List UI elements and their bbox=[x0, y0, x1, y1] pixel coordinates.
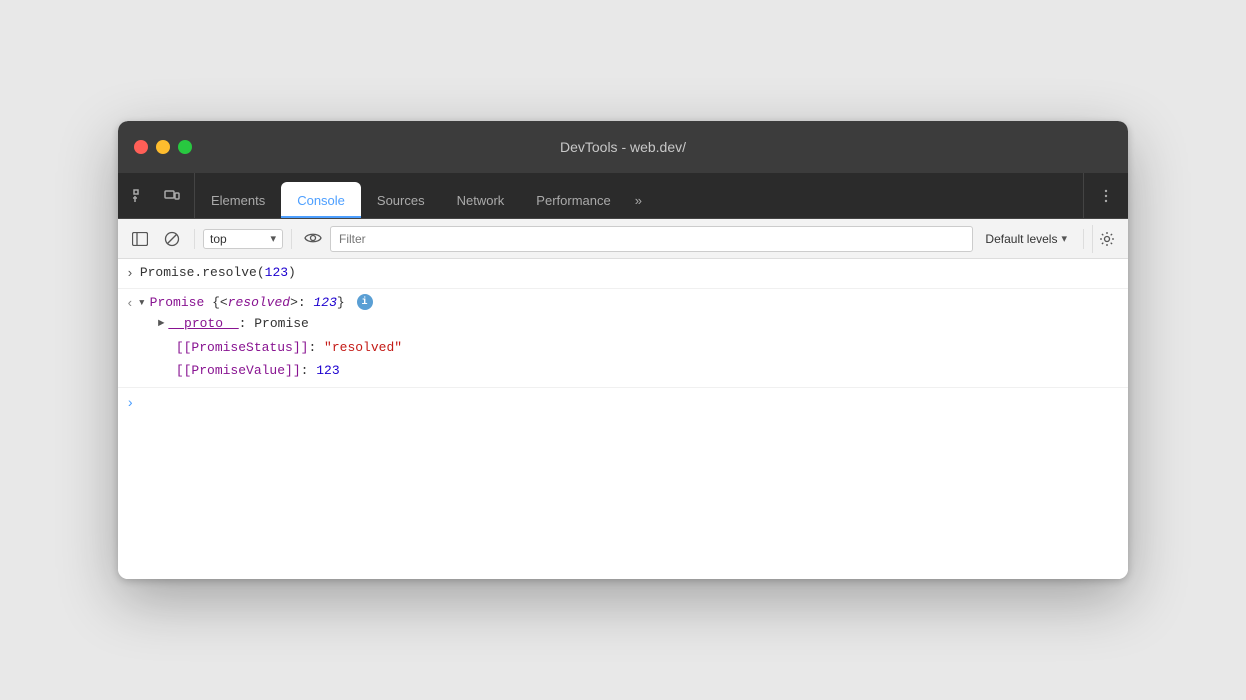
inspect-element-icon[interactable] bbox=[126, 182, 154, 210]
eye-icon[interactable] bbox=[304, 230, 322, 248]
entry-1-arrow[interactable]: › bbox=[126, 264, 134, 284]
promise-value-line: [[PromiseValue]]: 123 bbox=[138, 359, 1120, 383]
close-button[interactable] bbox=[134, 140, 148, 154]
console-area: › Promise.resolve(123) ‹ ▾ Promise {<res… bbox=[118, 259, 1128, 579]
proto-line: ► __proto__: Promise bbox=[138, 312, 1120, 336]
promise-value-colon: : bbox=[301, 363, 317, 378]
context-dropdown-arrow: ▾ bbox=[270, 232, 276, 245]
promise-status-colon: : bbox=[308, 340, 324, 355]
promise-value-num: 123 bbox=[316, 363, 339, 378]
promise-status-key: [[PromiseStatus]] bbox=[176, 340, 309, 355]
proto-expand-arrow[interactable]: ► bbox=[158, 316, 165, 333]
promise-keyword: Promise bbox=[150, 295, 212, 310]
devtools-window: DevTools - web.dev/ Elements bbox=[118, 121, 1128, 579]
promise-expand-arrow[interactable]: ▾ bbox=[138, 293, 146, 313]
minimize-button[interactable] bbox=[156, 140, 170, 154]
clear-console-icon[interactable] bbox=[158, 225, 186, 253]
proto-key[interactable]: __proto__ bbox=[168, 314, 238, 334]
default-levels-button[interactable]: Default levels ▾ bbox=[977, 230, 1075, 248]
settings-icon[interactable] bbox=[1092, 225, 1120, 253]
entry-1-content: Promise.resolve(123) bbox=[140, 263, 1120, 283]
tab-console[interactable]: Console bbox=[281, 182, 361, 218]
tabs-container: Elements Console Sources Network Perform… bbox=[195, 173, 1083, 218]
promise-resolved-value: 123 bbox=[314, 295, 337, 310]
promise-resolved-key: resolved bbox=[228, 295, 290, 310]
tab-elements[interactable]: Elements bbox=[195, 182, 281, 218]
filter-section bbox=[300, 226, 973, 252]
promise-status-value: "resolved" bbox=[324, 340, 402, 355]
context-value: top bbox=[210, 232, 266, 246]
maximize-button[interactable] bbox=[178, 140, 192, 154]
promise-value-key: [[PromiseValue]] bbox=[176, 363, 301, 378]
traffic-lights bbox=[134, 140, 192, 154]
tab-bar-icons bbox=[118, 173, 195, 218]
context-selector[interactable]: top ▾ bbox=[203, 229, 283, 249]
console-toolbar: top ▾ Default levels ▾ bbox=[118, 219, 1128, 259]
entry-2-back-arrow[interactable]: ‹ bbox=[126, 294, 134, 314]
tab-performance[interactable]: Performance bbox=[520, 182, 626, 218]
promise-label: Promise {<resolved>: 123} i bbox=[150, 293, 373, 313]
promise-brace-close: } bbox=[337, 295, 345, 310]
promise-object: ▾ Promise {<resolved>: 123} i ► __proto_… bbox=[138, 293, 1120, 383]
tab-sources[interactable]: Sources bbox=[361, 182, 441, 218]
promise-brace-mid: >: bbox=[290, 295, 313, 310]
sidebar-toggle-icon[interactable] bbox=[126, 225, 154, 253]
promise-resolve-text: Promise.resolve(123) bbox=[140, 265, 296, 280]
console-input-line[interactable]: › bbox=[118, 388, 1128, 421]
tab-bar-menu bbox=[1083, 173, 1128, 218]
promise-status-line: [[PromiseStatus]]: "resolved" bbox=[138, 336, 1120, 360]
cursor-arrow: › bbox=[126, 394, 134, 415]
title-bar: DevTools - web.dev/ bbox=[118, 121, 1128, 173]
toolbar-divider-1 bbox=[194, 229, 195, 249]
more-tabs-button[interactable]: » bbox=[627, 182, 650, 218]
device-toolbar-icon[interactable] bbox=[158, 182, 186, 210]
devtools-menu-icon[interactable] bbox=[1092, 182, 1120, 210]
info-badge[interactable]: i bbox=[357, 294, 373, 310]
tab-network[interactable]: Network bbox=[441, 182, 521, 218]
proto-separator: : Promise bbox=[239, 314, 309, 334]
console-entry-1: › Promise.resolve(123) bbox=[118, 259, 1128, 289]
toolbar-divider-2 bbox=[291, 229, 292, 249]
toolbar-divider-3 bbox=[1083, 229, 1084, 249]
tab-bar: Elements Console Sources Network Perform… bbox=[118, 173, 1128, 219]
window-title: DevTools - web.dev/ bbox=[560, 139, 686, 155]
promise-brace-open: {< bbox=[212, 295, 228, 310]
console-entry-2: ‹ ▾ Promise {<resolved>: 123} i ► __prot… bbox=[118, 289, 1128, 388]
filter-input[interactable] bbox=[330, 226, 973, 252]
